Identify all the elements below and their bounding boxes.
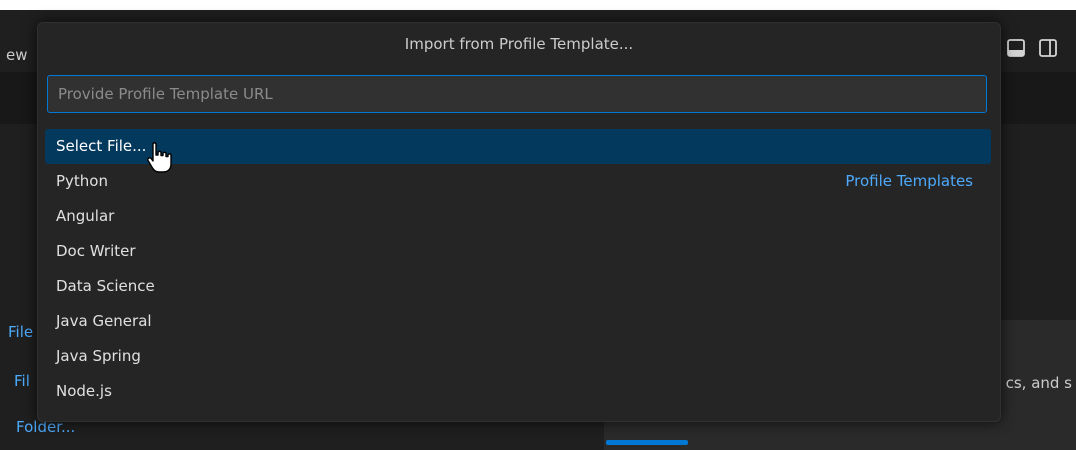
list-item-label: Node.js	[56, 382, 112, 400]
list-item-label: Java Spring	[56, 347, 141, 365]
layout-controls	[1006, 38, 1058, 58]
list-item-label: Angular	[56, 207, 115, 225]
toggle-panel-icon[interactable]	[1006, 38, 1026, 58]
quick-pick-dialog: Import from Profile Template... Select F…	[37, 22, 1001, 422]
start-link-new-file[interactable]: File	[8, 323, 33, 341]
list-item-java-spring[interactable]: Java Spring	[45, 339, 991, 374]
toggle-secondary-sidebar-icon[interactable]	[1038, 38, 1058, 58]
list-item-nodejs[interactable]: Node.js	[45, 374, 991, 409]
list-item-label: Java General	[56, 312, 152, 330]
list-item-doc-writer[interactable]: Doc Writer	[45, 234, 991, 269]
list-item-python[interactable]: Python Profile Templates	[45, 164, 991, 199]
list-item-label: Select File...	[56, 137, 147, 155]
walkthrough-description: cs, and s	[1005, 374, 1072, 392]
list-item-label: Doc Writer	[56, 242, 136, 260]
vscode-window: ew File Fil Folder... cs, and s Import f…	[0, 0, 1076, 450]
list-item-data-science[interactable]: Data Science	[45, 269, 991, 304]
list-item-angular[interactable]: Angular	[45, 199, 991, 234]
profile-template-url-input[interactable]	[47, 75, 987, 113]
quick-pick-title: Import from Profile Template...	[404, 35, 634, 53]
walkthrough-progress-bar	[606, 440, 688, 445]
list-item-label: Data Science	[56, 277, 155, 295]
list-item-java-general[interactable]: Java General	[45, 304, 991, 339]
menu-item-view[interactable]: ew	[6, 46, 28, 64]
list-item-select-file[interactable]: Select File...	[45, 129, 991, 173]
quick-pick-list: Select File... Python Profile Templates …	[45, 129, 991, 409]
start-link-open-file[interactable]: Fil	[14, 372, 30, 390]
window-edge	[0, 0, 1076, 10]
group-label-profile-templates: Profile Templates	[845, 172, 973, 190]
list-item-label: Python	[56, 172, 108, 190]
